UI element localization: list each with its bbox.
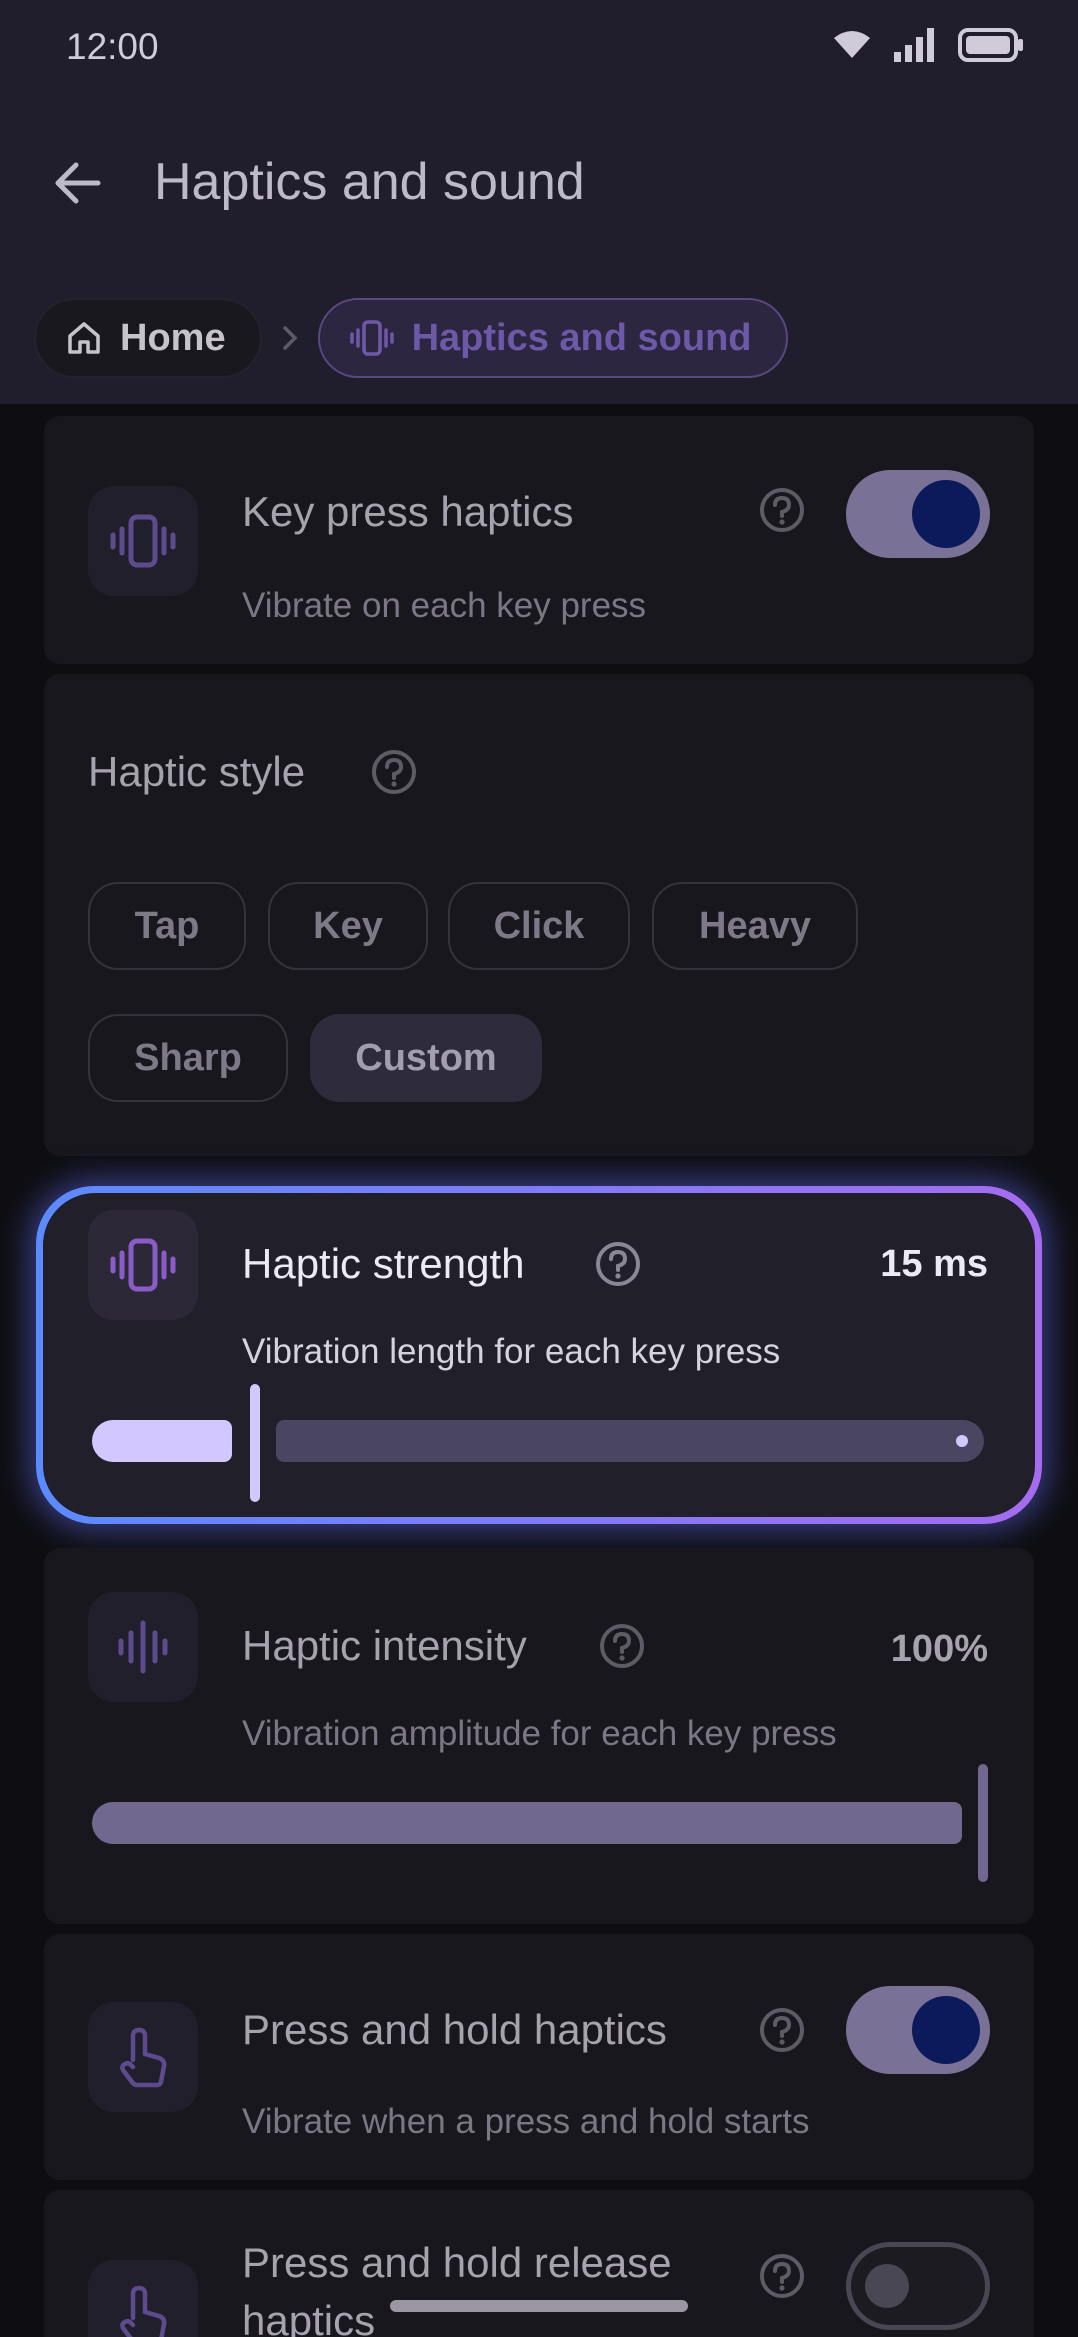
page-title: Haptics and sound — [154, 153, 585, 211]
help-icon[interactable] — [758, 2252, 806, 2300]
help-icon[interactable] — [370, 748, 418, 796]
haptic-intensity-title: Haptic intensity — [242, 1622, 527, 1669]
wifi-icon — [834, 31, 870, 58]
help-icon[interactable] — [758, 2006, 806, 2054]
haptic-strength-value: 15 ms — [880, 1243, 988, 1285]
touch-icon — [120, 2027, 167, 2088]
press-hold-icon-tile — [88, 2002, 198, 2112]
vibration-icon — [349, 320, 394, 356]
waveform-icon — [118, 1620, 168, 1674]
toggle-knob — [912, 480, 980, 548]
haptic-strength-slider[interactable] — [92, 1384, 984, 1504]
breadcrumb-separator — [262, 325, 318, 351]
press-hold-release-icon-tile — [88, 2260, 198, 2337]
chip-key[interactable]: Key — [268, 882, 428, 970]
key-press-subtitle: Vibrate on each key press — [242, 586, 647, 625]
breadcrumb-current[interactable]: Haptics and sound — [317, 298, 788, 378]
key-press-haptics-card[interactable]: Key press haptics Vibrate on each key pr… — [44, 416, 1034, 664]
back-button[interactable] — [44, 150, 110, 216]
touch-icon — [120, 2285, 167, 2337]
slider-stop-dot — [956, 1435, 968, 1447]
press-hold-release-title-line1: Press and hold release — [242, 2239, 672, 2286]
press-hold-title: Press and hold haptics — [242, 2006, 667, 2053]
vibration-icon — [110, 514, 176, 568]
key-press-toggle[interactable] — [846, 470, 990, 558]
slider-thumb[interactable] — [978, 1764, 988, 1882]
breadcrumb-current-label: Haptics and sound — [411, 316, 752, 359]
haptic-strength-title: Haptic strength — [242, 1240, 525, 1287]
chip-tap[interactable]: Tap — [88, 882, 246, 970]
app-header: 12:00 Haptics and sound Home Haptics and… — [0, 0, 1078, 404]
help-icon[interactable] — [594, 1240, 642, 1288]
press-hold-release-toggle[interactable] — [846, 2242, 990, 2330]
home-indicator — [390, 2300, 688, 2312]
vibration-icon — [110, 1238, 176, 1292]
signal-icon — [894, 28, 934, 62]
slider-thumb[interactable] — [250, 1384, 260, 1502]
chip-click[interactable]: Click — [448, 882, 630, 970]
haptic-strength-subtitle: Vibration length for each key press — [242, 1332, 781, 1371]
breadcrumb-home-label: Home — [120, 316, 226, 359]
chevron-right-icon — [282, 326, 298, 350]
arrow-left-icon — [55, 162, 101, 204]
help-icon[interactable] — [758, 486, 806, 534]
status-icons — [832, 28, 1024, 62]
breadcrumb-home[interactable]: Home — [34, 298, 262, 378]
haptic-style-title: Haptic style — [88, 748, 306, 795]
press-hold-haptics-card[interactable]: Press and hold haptics Vibrate when a pr… — [44, 1934, 1034, 2180]
chip-heavy[interactable]: Heavy — [652, 882, 858, 970]
slider-active-track — [92, 1802, 962, 1844]
chip-sharp[interactable]: Sharp — [88, 1014, 288, 1102]
slider-inactive-track — [276, 1420, 984, 1462]
haptic-intensity-value: 100% — [890, 1628, 988, 1670]
haptic-intensity-card: Haptic intensity 100% Vibration amplitud… — [44, 1548, 1034, 1924]
press-hold-release-title-line2: haptics — [242, 2297, 376, 2337]
press-hold-subtitle: Vibrate when a press and hold starts — [242, 2102, 810, 2141]
key-press-icon-tile — [88, 486, 198, 596]
toggle-knob — [865, 2264, 909, 2308]
help-icon[interactable] — [598, 1622, 646, 1670]
chip-custom[interactable]: Custom — [310, 1014, 542, 1102]
haptic-style-card: Haptic style Tap Key Click Heavy Sharp C… — [44, 674, 1034, 1156]
haptic-intensity-slider[interactable] — [92, 1764, 992, 1884]
key-press-title: Key press haptics — [242, 488, 574, 535]
press-hold-release-title: Press and hold release haptics — [242, 2234, 672, 2337]
status-time: 12:00 — [66, 26, 159, 67]
haptic-intensity-icon-tile — [88, 1592, 198, 1702]
haptic-strength-icon-tile — [88, 1210, 198, 1320]
home-icon — [68, 322, 100, 354]
breadcrumb: Home Haptics and sound — [34, 298, 788, 378]
press-hold-toggle[interactable] — [846, 1986, 990, 2074]
press-hold-release-card[interactable]: Press and hold release haptics — [44, 2190, 1034, 2337]
toggle-knob — [912, 1996, 980, 2064]
slider-active-track — [92, 1420, 232, 1462]
battery-icon — [958, 28, 1023, 62]
haptic-intensity-subtitle: Vibration amplitude for each key press — [242, 1714, 837, 1753]
